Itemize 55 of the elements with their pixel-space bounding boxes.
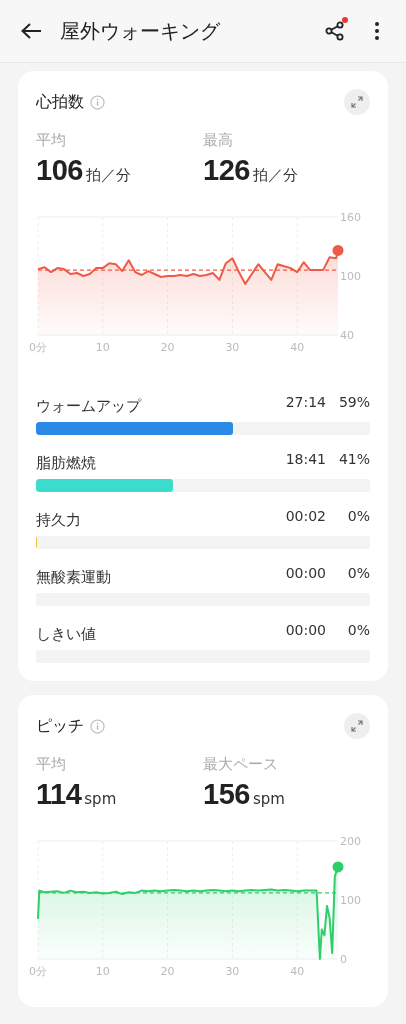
zone-percent: 59% (337, 393, 370, 410)
zone-percent: 41% (337, 450, 370, 467)
stat-unit: spm (84, 790, 117, 808)
axis-label: 10 (95, 341, 110, 354)
zone-time: 00:02 (285, 507, 326, 524)
expand-icon (351, 720, 363, 732)
stat-unit: 拍／分 (85, 166, 131, 185)
zone-percent: 0% (346, 564, 370, 581)
info-icon[interactable] (90, 94, 105, 110)
axis-label: 40 (290, 965, 305, 978)
max-point (332, 244, 344, 256)
zone-label: 脂肪燃焼 (36, 453, 97, 473)
stat-value: 114 (36, 778, 82, 811)
zone-time: 27:14 (285, 393, 326, 410)
stat-label: 平均 (36, 755, 67, 774)
axis-label: 20 (160, 341, 175, 354)
stat-value: 106 (36, 154, 83, 187)
stat-unit: 拍／分 (252, 166, 298, 185)
stat-value: 156 (203, 778, 250, 811)
axis-label: 0 (340, 953, 347, 966)
zone-label: 持久力 (36, 510, 82, 530)
info-icon[interactable] (90, 718, 105, 734)
stat-label: 最大ペース (203, 755, 279, 774)
axis-label: 100 (340, 894, 361, 907)
stat-value: 126 (203, 154, 250, 187)
axis-label: 30 (225, 341, 240, 354)
axis-label: 20 (160, 965, 175, 978)
axis-label: 40 (340, 329, 354, 342)
card-title: 心拍数 (36, 91, 84, 113)
axis-label: 40 (290, 341, 305, 354)
zone-label: 無酸素運動 (36, 567, 112, 587)
zone-label: ウォームアップ (36, 396, 143, 416)
zone-label: しきい値 (36, 624, 97, 644)
zone-time: 18:41 (285, 450, 326, 467)
zone-percent: 0% (346, 621, 370, 638)
zone-percent: 0% (346, 507, 370, 524)
zone-time: 00:00 (285, 621, 326, 638)
stat-label: 最高 (203, 131, 234, 150)
more-icon (374, 21, 380, 41)
axis-label: 0分 (29, 965, 47, 978)
expand-button[interactable] (344, 713, 370, 739)
axis-label: 10 (95, 965, 110, 978)
expand-button[interactable] (344, 89, 370, 115)
stat-unit: spm (252, 790, 285, 808)
expand-icon (351, 96, 363, 108)
zone-time: 00:00 (285, 564, 326, 581)
max-point (332, 861, 344, 873)
page-title: 屋外ウォーキング (60, 17, 221, 45)
axis-label: 100 (340, 270, 361, 283)
stat-label: 平均 (36, 131, 67, 150)
axis-label: 160 (340, 211, 361, 224)
axis-label: 200 (340, 835, 361, 848)
axis-label: 0分 (29, 341, 47, 354)
card-title: ピッチ (36, 715, 84, 737)
axis-label: 30 (225, 965, 240, 978)
